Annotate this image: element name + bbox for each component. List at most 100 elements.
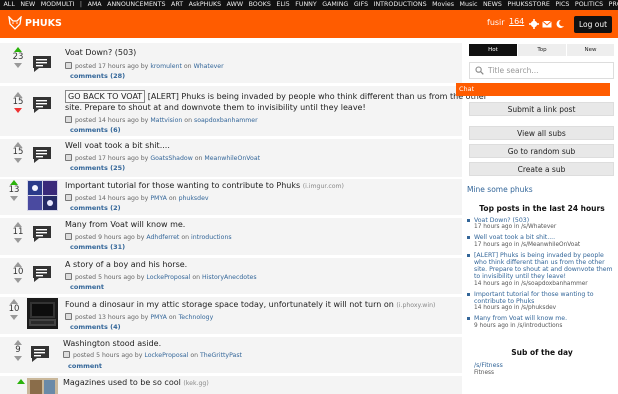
nav-item-ama[interactable]: AMA	[88, 0, 102, 10]
post-author-link[interactable]: Adhdferret	[146, 234, 179, 241]
nav-item-phuksstore[interactable]: PHUKSSTORE	[507, 0, 549, 10]
post-title[interactable]: [ALERT] Phuks is being invaded by people…	[148, 92, 487, 101]
post-thumbnail[interactable]	[27, 378, 58, 394]
nav-item-aww[interactable]: AWW	[227, 0, 243, 10]
downvote-arrow-icon[interactable]	[14, 238, 22, 243]
nav-item-programming[interactable]: PROGRAMMING	[609, 0, 618, 10]
downvote-arrow-icon[interactable]	[14, 63, 22, 68]
expand-icon[interactable]	[63, 351, 70, 358]
top-post-item[interactable]: Voat Down? (503) 17 hours ago in /s/Whate…	[466, 217, 616, 231]
post-sub-link[interactable]: phuksdev	[179, 195, 209, 202]
title-search-input[interactable]: Title search...	[469, 62, 614, 79]
downvote-arrow-icon[interactable]	[14, 356, 22, 361]
moon-icon[interactable]	[555, 19, 565, 29]
tab-top[interactable]: Top	[518, 44, 566, 56]
text-post-icon[interactable]	[31, 263, 53, 285]
post-title[interactable]: Many from Voat will know me.	[65, 220, 185, 229]
post-sub-link[interactable]: introductions	[191, 234, 232, 241]
comments-link[interactable]: comment	[68, 362, 102, 370]
post-author-link[interactable]: LockeProposal	[146, 274, 190, 281]
text-post-icon[interactable]	[31, 94, 53, 116]
post-title[interactable]: Important tutorial for those wanting to …	[65, 181, 300, 190]
nav-item-art[interactable]: ART	[171, 0, 183, 10]
nav-item-funny[interactable]: FUNNY	[295, 0, 317, 10]
post-title[interactable]: A story of a boy and his horse.	[65, 260, 187, 269]
post-thumbnail[interactable]	[27, 180, 58, 211]
post-sub-link[interactable]: Whatever	[194, 63, 224, 70]
downvote-arrow-icon[interactable]	[10, 315, 18, 320]
post-author-link[interactable]: PMYA	[150, 314, 167, 321]
logout-button[interactable]: Log out	[574, 16, 612, 33]
comments-link[interactable]: comments (28)	[70, 72, 125, 80]
comments-link[interactable]: comments (2)	[70, 204, 121, 212]
nav-item-movies[interactable]: Movies	[432, 0, 454, 10]
downvote-arrow-icon[interactable]	[10, 196, 18, 201]
nav-item-gifs[interactable]: GIFS	[354, 0, 368, 10]
tab-hot[interactable]: Hot	[469, 44, 517, 56]
chat-bar[interactable]: Chat	[456, 83, 610, 96]
post-sub-link[interactable]: soapdoxbanhammer	[194, 117, 258, 124]
nav-item-modmulti[interactable]: MODMULTI	[41, 0, 75, 10]
text-post-icon[interactable]	[31, 144, 53, 166]
nav-item-new[interactable]: NEW	[20, 0, 35, 10]
nav-item-news[interactable]: NEWS	[483, 0, 502, 10]
comments-link[interactable]: comment	[70, 283, 104, 291]
expand-icon[interactable]	[65, 233, 72, 240]
username-link[interactable]: fusir	[487, 18, 505, 27]
post-author-link[interactable]: GoatsShadow	[150, 155, 192, 162]
nav-item-politics[interactable]: POLITICS	[575, 0, 603, 10]
post-domain[interactable]: (i.phoxy.win)	[396, 302, 435, 309]
random-sub-button[interactable]: Go to random sub	[469, 144, 614, 158]
expand-icon[interactable]	[65, 154, 72, 161]
nav-item-introductions[interactable]: INTRODUCTIONS	[374, 0, 427, 10]
post-title[interactable]: Well voat took a bit shit....	[65, 141, 170, 150]
post-author-link[interactable]: PMYA	[150, 195, 167, 202]
post-thumbnail[interactable]	[27, 298, 58, 329]
expand-icon[interactable]	[65, 62, 72, 69]
mine-phuks-link[interactable]: Mine some phuks	[467, 185, 533, 194]
top-post-item[interactable]: Important tutorial for those wanting to …	[466, 291, 616, 313]
post-domain[interactable]: (kek.gg)	[183, 380, 208, 387]
post-title[interactable]: Magazines used to be so cool	[63, 378, 181, 387]
expand-icon[interactable]	[65, 116, 72, 123]
post-sub-link[interactable]: HistoryAnecdotes	[202, 274, 257, 281]
karma-count[interactable]: 164	[509, 17, 524, 26]
comments-link[interactable]: comments (4)	[70, 323, 121, 331]
nav-item-all[interactable]: ALL	[4, 0, 15, 10]
post-author-link[interactable]: LockeProposal	[144, 352, 188, 359]
post-sub-link[interactable]: MeanwhileOnVoat	[204, 155, 260, 162]
mail-icon[interactable]	[542, 19, 552, 29]
downvote-arrow-icon[interactable]	[14, 278, 22, 283]
post-title[interactable]: Found a dinosaur in my attic storage spa…	[65, 300, 394, 309]
gear-icon[interactable]	[529, 19, 539, 29]
comments-link[interactable]: comments (31)	[70, 243, 125, 251]
comments-link[interactable]: comments (6)	[70, 126, 121, 134]
upvote-arrow-icon[interactable]	[17, 379, 25, 384]
expand-icon[interactable]	[65, 273, 72, 280]
post-author-link[interactable]: kromulent	[150, 63, 182, 70]
top-post-item[interactable]: [ALERT] Phuks is being invaded by people…	[466, 252, 616, 288]
post-author-link[interactable]: Mattvision	[150, 117, 182, 124]
tab-new[interactable]: New	[567, 44, 614, 56]
expand-icon[interactable]	[65, 313, 72, 320]
post-sub-link[interactable]: Technology	[179, 314, 214, 321]
downvote-arrow-icon[interactable]	[14, 108, 22, 113]
post-domain[interactable]: (i.imgur.com)	[303, 183, 344, 190]
view-all-subs-button[interactable]: View all subs	[469, 126, 614, 140]
post-title[interactable]: Voat Down? (503)	[65, 48, 136, 57]
text-post-icon[interactable]	[31, 223, 53, 245]
post-title-line2[interactable]: site. Prepare to shout at and downvote t…	[65, 103, 366, 112]
top-post-item[interactable]: Well voat took a bit shit.... 17 hours ag…	[466, 234, 616, 248]
submit-link-button[interactable]: Submit a link post	[469, 102, 614, 116]
site-logo[interactable]: PHUKS	[8, 14, 62, 34]
expand-icon[interactable]	[65, 194, 72, 201]
text-post-icon[interactable]	[31, 53, 53, 75]
text-post-icon[interactable]	[29, 343, 51, 365]
top-post-item[interactable]: Many from Voat will know me. 9 hours ago …	[466, 315, 616, 329]
downvote-arrow-icon[interactable]	[14, 158, 22, 163]
sub-of-day-link[interactable]: /s/Fitness	[474, 362, 503, 369]
post-title[interactable]: Washington stood aside.	[63, 339, 161, 348]
nav-item-music[interactable]: Music	[460, 0, 478, 10]
nav-item-askphuks[interactable]: AskPHUKS	[189, 0, 222, 10]
create-sub-button[interactable]: Create a sub	[469, 162, 614, 176]
